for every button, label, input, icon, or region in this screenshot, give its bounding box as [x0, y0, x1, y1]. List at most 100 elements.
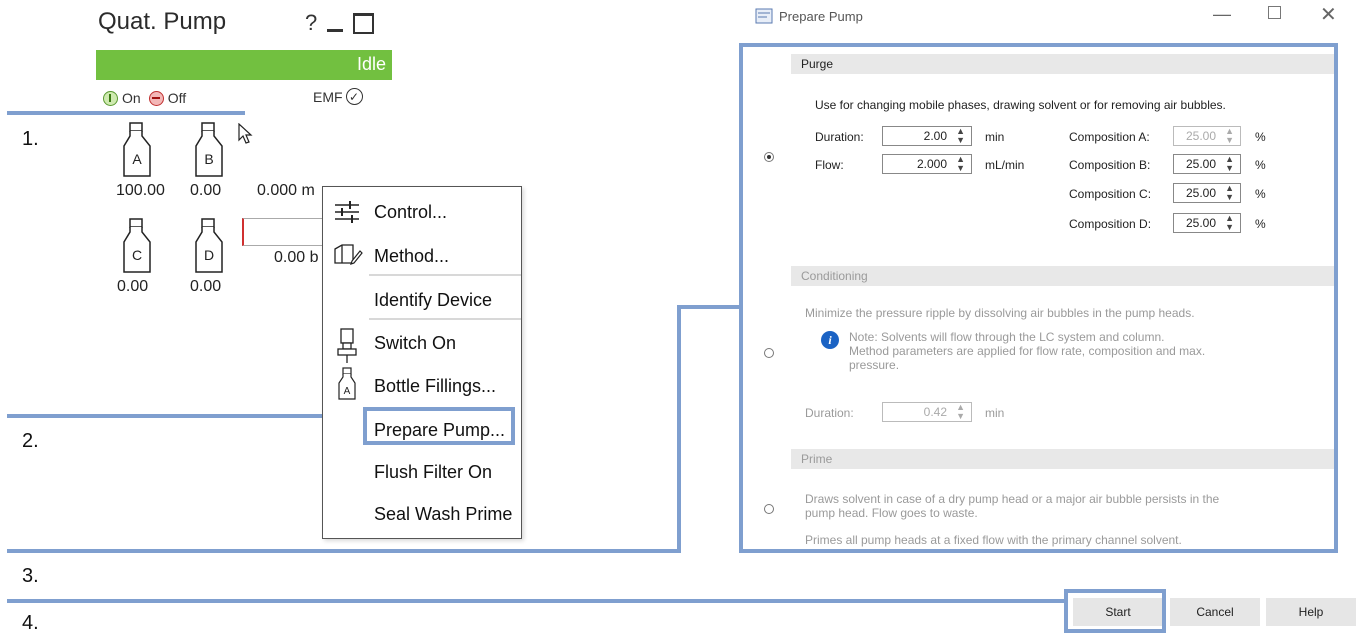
flow-readout: 0.000 m	[257, 182, 315, 199]
bottle-d-value: 0.00	[190, 278, 222, 295]
off-label[interactable]: Off	[168, 90, 186, 106]
conditioning-note-line-2: Method parameters are applied for flow r…	[849, 344, 1206, 358]
dialog-title: Prepare Pump	[779, 8, 863, 24]
composition-a-label: Composition A:	[1069, 130, 1150, 144]
purge-flow-input[interactable]: 2.000 ▲ ▼	[882, 154, 972, 174]
guide-line-4	[7, 599, 1066, 603]
spinner-arrows-icon[interactable]: ▲ ▼	[1225, 155, 1234, 173]
menu-item-identify-device[interactable]: Identify Device	[374, 290, 492, 311]
purge-flow-unit: mL/min	[985, 158, 1025, 172]
pump-title: Quat. Pump	[98, 8, 227, 35]
status-text: Idle	[356, 54, 386, 74]
spinner-arrows-icon[interactable]: ▲ ▼	[956, 127, 965, 145]
context-menu: Control... Method... Identify Device Swi…	[322, 186, 522, 539]
conditioning-duration-unit: min	[985, 406, 1005, 420]
prime-description-line-2: pump head. Flow goes to waste.	[805, 506, 978, 520]
step-1-label: 1.	[22, 128, 39, 150]
dialog-minimize-icon[interactable]: —	[1213, 4, 1231, 25]
step-3-label: 3.	[22, 565, 39, 587]
status-bar: Idle	[96, 50, 392, 80]
method-icon	[334, 244, 363, 265]
step-4-label: 4.	[22, 612, 39, 634]
bottle-d-icon[interactable]: D	[192, 218, 228, 274]
svg-text:D: D	[204, 247, 214, 263]
help-button[interactable]: ?	[305, 10, 317, 36]
composition-b-value: 25.00	[1185, 157, 1216, 171]
prime-description-line-1: Draws solvent in case of a dry pump head…	[805, 492, 1220, 506]
conditioning-description: Minimize the pressure ripple by dissolvi…	[805, 306, 1195, 320]
menu-separator	[369, 274, 521, 276]
composition-c-unit: %	[1255, 187, 1266, 201]
conditioning-duration-label: Duration:	[805, 406, 854, 420]
composition-c-label: Composition C:	[1069, 187, 1152, 201]
dialog-titlebar: Prepare Pump	[755, 8, 863, 24]
bottle-c-value: 0.00	[117, 278, 149, 295]
menu-item-switch-on[interactable]: Switch On	[374, 333, 456, 354]
svg-text:A: A	[344, 386, 351, 397]
composition-a-unit: %	[1255, 130, 1266, 144]
purge-duration-unit: min	[985, 130, 1005, 144]
menu-item-control[interactable]: Control...	[374, 202, 447, 223]
purge-duration-input[interactable]: 2.00 ▲ ▼	[882, 126, 972, 146]
sliders-icon	[335, 201, 359, 223]
guide-line-3-connector	[677, 305, 741, 309]
purge-radio[interactable]	[764, 152, 774, 162]
conditioning-duration-value: 0.42	[923, 405, 947, 419]
cursor-icon	[238, 123, 253, 144]
power-on-icon[interactable]	[103, 90, 118, 106]
bottle-icon: A	[338, 367, 356, 400]
composition-c-input[interactable]: 25.00 ▲ ▼	[1173, 183, 1241, 203]
help-dialog-button[interactable]: Help	[1266, 598, 1356, 626]
guide-line-1	[7, 111, 245, 115]
composition-d-value: 25.00	[1185, 216, 1216, 230]
cancel-button[interactable]: Cancel	[1170, 598, 1260, 626]
spinner-arrows-icon: ▲ ▼	[956, 402, 965, 421]
menu-item-seal-wash-prime[interactable]: Seal Wash Prime	[374, 504, 512, 525]
app-icon	[755, 8, 773, 24]
composition-b-input[interactable]: 25.00 ▲ ▼	[1173, 154, 1241, 174]
maximize-icon[interactable]	[353, 12, 375, 34]
guide-line-2	[7, 414, 363, 418]
dialog-close-icon[interactable]: ✕	[1320, 2, 1337, 27]
prime-radio[interactable]	[764, 504, 774, 514]
spinner-arrows-icon[interactable]: ▲ ▼	[1225, 184, 1234, 202]
svg-text:C: C	[132, 247, 142, 263]
on-label[interactable]: On	[122, 90, 141, 106]
conditioning-radio[interactable]	[764, 348, 774, 358]
composition-b-unit: %	[1255, 158, 1266, 172]
svg-text:B: B	[204, 151, 213, 167]
menu-item-bottle-fillings[interactable]: Bottle Fillings...	[374, 376, 496, 397]
svg-text:A: A	[132, 151, 142, 167]
purge-duration-value: 2.00	[923, 129, 947, 143]
dialog-maximize-icon[interactable]	[1268, 6, 1281, 19]
bottle-b-value: 0.00	[190, 182, 222, 199]
purge-flow-label: Flow:	[815, 158, 844, 172]
info-icon: i	[821, 331, 839, 349]
composition-b-label: Composition B:	[1069, 158, 1151, 172]
menu-item-flush-filter-on[interactable]: Flush Filter On	[374, 462, 492, 483]
minimize-icon[interactable]	[327, 28, 344, 32]
bottle-a-icon[interactable]: A	[120, 122, 156, 178]
menu-item-method[interactable]: Method...	[374, 246, 449, 267]
pump-window-controls: ?	[305, 10, 375, 36]
composition-c-value: 25.00	[1185, 186, 1216, 200]
conditioning-note-line-3: pressure.	[849, 358, 900, 372]
emf-indicator[interactable]: EMF ✓	[313, 88, 363, 105]
composition-a-input: 25.00 ▲ ▼	[1173, 126, 1241, 146]
spinner-arrows-icon[interactable]: ▲ ▼	[1225, 214, 1234, 232]
spinner-arrows-icon: ▲ ▼	[1225, 126, 1234, 145]
conditioning-header: Conditioning	[791, 266, 1334, 286]
pump-icon	[337, 328, 357, 363]
conditioning-duration-input: 0.42 ▲ ▼	[882, 402, 972, 422]
composition-d-input[interactable]: 25.00 ▲ ▼	[1173, 213, 1241, 233]
emf-label: EMF	[313, 88, 343, 105]
purge-description: Use for changing mobile phases, drawing …	[815, 98, 1226, 112]
bottle-b-icon[interactable]: B	[192, 122, 228, 178]
prepare-pump-highlight	[363, 407, 515, 445]
bottle-c-icon[interactable]: C	[120, 218, 156, 274]
power-controls: On Off	[103, 90, 186, 106]
composition-d-unit: %	[1255, 217, 1266, 231]
spinner-arrows-icon[interactable]: ▲ ▼	[956, 155, 965, 173]
menu-separator	[369, 318, 521, 320]
power-off-icon[interactable]	[148, 90, 164, 106]
